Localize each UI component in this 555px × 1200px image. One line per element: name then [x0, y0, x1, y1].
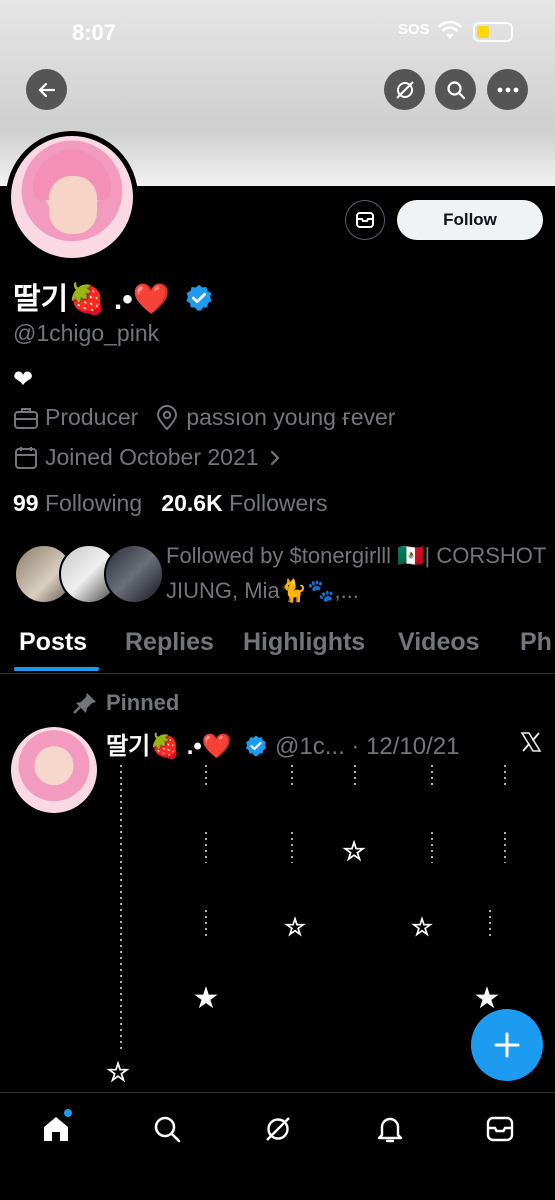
- post-author-handle: @1c...: [275, 733, 345, 760]
- search-button[interactable]: [435, 69, 476, 110]
- display-name-text: 딸기🍓 .•❤️: [13, 283, 171, 316]
- following-link[interactable]: 99 Following: [13, 490, 142, 516]
- profile-bio: ❤: [13, 366, 34, 393]
- post-author-name[interactable]: 딸기🍓 .•❤️: [106, 733, 232, 760]
- compose-button[interactable]: [471, 1009, 543, 1081]
- profile-joined: Joined October 2021: [45, 444, 259, 470]
- chevron-right-icon: [270, 450, 280, 465]
- post-author-avatar[interactable]: [11, 727, 97, 813]
- star-outline: ☆: [342, 837, 365, 867]
- post-header: 딸기🍓 .•❤️ @1c... · 12/10/21: [106, 726, 460, 761]
- nav-home[interactable]: [36, 1109, 76, 1149]
- star-outline: ☆: [284, 913, 306, 941]
- following-label: Following: [44, 490, 143, 516]
- notification-dot: [64, 1109, 72, 1117]
- messages-icon: [486, 1116, 514, 1142]
- followed-by-text[interactable]: Followed by $tonergirlll 🇲🇽| CORSHOT JIU…: [166, 538, 546, 608]
- grok-icon: [395, 80, 414, 99]
- verified-badge-icon: [246, 735, 267, 757]
- message-button[interactable]: [345, 200, 385, 240]
- follow-counts: 99 Following 20.6K Followers: [13, 490, 328, 517]
- followers-link[interactable]: 20.6K Followers: [161, 490, 327, 516]
- profile-location: passıon young ғever: [186, 404, 396, 430]
- profile-joined-row[interactable]: Joined October 2021: [13, 444, 289, 471]
- status-time: 8:07: [72, 20, 117, 45]
- calendar-icon: [15, 446, 37, 469]
- sos-indicator: SOS: [398, 21, 430, 38]
- more-icon: [497, 87, 518, 92]
- pinned-indicator: Pinned: [72, 690, 179, 716]
- post-text-art: ☆ ☆ ☆ ★ ★ ☆: [106, 765, 506, 1089]
- more-button[interactable]: [487, 69, 528, 110]
- followers-label: Followers: [229, 490, 328, 516]
- nav-grok[interactable]: [258, 1109, 298, 1149]
- nav-search[interactable]: [147, 1109, 187, 1149]
- star-outline: ☆: [411, 913, 433, 941]
- tab-posts[interactable]: Posts: [19, 628, 87, 657]
- star-outline: ☆: [106, 1058, 129, 1088]
- tab-videos[interactable]: Videos: [398, 628, 480, 657]
- mail-icon: [356, 212, 374, 228]
- followers-count: 20.6K: [161, 490, 223, 516]
- tab-photos[interactable]: Ph: [520, 628, 552, 657]
- profile-tabs: Posts Replies Highlights Videos Ph: [0, 622, 555, 674]
- star-filled: ★: [193, 981, 220, 1016]
- tab-replies[interactable]: Replies: [125, 628, 214, 657]
- nav-notifications[interactable]: [370, 1109, 410, 1149]
- active-tab-indicator: [14, 667, 99, 671]
- following-count: 99: [13, 490, 39, 516]
- follower-avatar: [104, 544, 164, 604]
- briefcase-icon: [14, 407, 38, 429]
- post-date: · 12/10/21: [351, 733, 460, 760]
- notifications-icon: [377, 1117, 403, 1143]
- battery-icon: [473, 22, 513, 42]
- profile-meta: Producer passıon young ғever: [13, 404, 395, 431]
- back-arrow-icon: [37, 82, 55, 97]
- nav-messages[interactable]: [480, 1109, 520, 1149]
- pin-icon: [73, 693, 96, 714]
- grok-icon: [266, 1117, 290, 1141]
- profile-avatar[interactable]: [6, 131, 138, 263]
- location-icon: [157, 404, 178, 430]
- back-button[interactable]: [26, 69, 67, 110]
- wifi-icon: [438, 21, 462, 39]
- status-bar: 8:07 SOS: [0, 0, 555, 64]
- home-icon: [44, 1117, 68, 1141]
- display-name: 딸기🍓 .•❤️: [13, 274, 214, 318]
- search-icon: [446, 80, 465, 99]
- x-logo-icon[interactable]: [520, 731, 542, 753]
- verified-badge-icon[interactable]: [184, 283, 214, 313]
- search-icon: [154, 1116, 181, 1143]
- followed-by-avatars[interactable]: [14, 544, 164, 606]
- pinned-label: Pinned: [106, 690, 180, 715]
- avatar-image: [11, 136, 133, 258]
- bottom-navigation: [0, 1092, 555, 1200]
- profile-occupation: Producer: [45, 404, 139, 430]
- plus-icon: [494, 1032, 520, 1058]
- follow-button[interactable]: Follow: [397, 200, 543, 240]
- tab-highlights[interactable]: Highlights: [243, 628, 365, 657]
- profile-handle: @1chigo_pink: [13, 320, 160, 346]
- grok-button[interactable]: [384, 69, 425, 110]
